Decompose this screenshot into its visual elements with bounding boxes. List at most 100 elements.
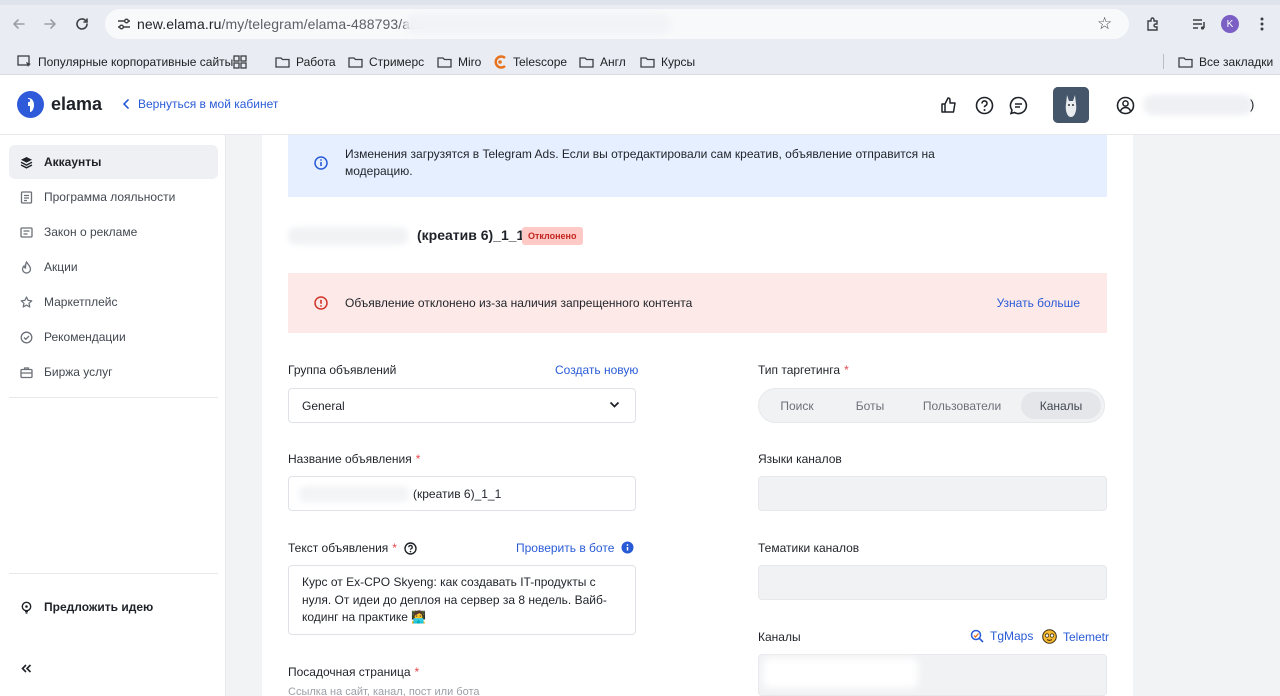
- channels-label: Каналы: [758, 630, 801, 644]
- collapse-icon: [21, 663, 32, 673]
- services-icon: [20, 366, 33, 378]
- bookmarks-bar: Популярные корпоративные сайты Работа Ст…: [0, 48, 1280, 75]
- address-bar[interactable]: new.elama.ru/my/telegram/elama-488793/ad…: [105, 9, 1129, 39]
- browser-toolbar: new.elama.ru/my/telegram/elama-488793/ad…: [0, 0, 1280, 48]
- telemetr-link[interactable]: Telemetr: [1042, 629, 1109, 644]
- ad-title: (креатив 6)_1_1: [417, 227, 525, 243]
- bookmark-star-icon[interactable]: ☆: [1097, 14, 1112, 34]
- user-name-suffix: ): [1250, 97, 1255, 112]
- ad-name-input[interactable]: (креатив 6)_1_1: [288, 476, 636, 511]
- redacted-user-name: [1143, 95, 1253, 115]
- marketplace-icon: [20, 295, 33, 308]
- channel-topics-select[interactable]: [758, 565, 1107, 600]
- apps-grid-icon[interactable]: [233, 48, 247, 75]
- project-avatar[interactable]: [1053, 87, 1089, 123]
- check-in-bot-link[interactable]: Проверить в боте: [516, 541, 614, 555]
- targeting-label: Тип таргетинга *: [758, 363, 849, 377]
- extensions-icon[interactable]: [1143, 14, 1163, 34]
- bookmark-miro[interactable]: Miro: [437, 48, 481, 75]
- sidebar-item-services[interactable]: Биржа услуг: [9, 355, 218, 389]
- tgmaps-icon: [970, 629, 984, 643]
- ad-text-label: Текст объявления *: [288, 541, 417, 555]
- channel-languages-label: Языки каналов: [758, 452, 842, 466]
- all-bookmarks[interactable]: Все закладки: [1178, 48, 1273, 75]
- landing-label: Посадочная страница *: [288, 665, 420, 679]
- ad-group-select[interactable]: General: [288, 388, 636, 423]
- forward-arrow-icon[interactable]: [40, 14, 60, 34]
- sidebar-item-recommendations[interactable]: Рекомендации: [9, 320, 218, 354]
- folder-icon: [275, 56, 290, 68]
- chevron-down-icon: [609, 401, 620, 408]
- bookmark-angl[interactable]: Англ: [579, 48, 626, 75]
- chat-icon[interactable]: [1008, 95, 1028, 115]
- recommendations-icon: [20, 331, 33, 343]
- landing-hint: Ссылка на сайт, канал, пост или бота: [288, 686, 480, 696]
- bookmark-telescope[interactable]: Telescope: [493, 48, 567, 75]
- back-arrow-icon[interactable]: [9, 14, 29, 34]
- targeting-option-search[interactable]: Поиск: [762, 392, 832, 419]
- reload-icon[interactable]: [72, 14, 92, 34]
- user-icon[interactable]: [1115, 95, 1135, 115]
- url-text: new.elama.ru/my/telegram/elama-488793/ad…: [137, 16, 430, 32]
- folder-icon: [1178, 56, 1193, 68]
- promo-icon: [21, 260, 32, 274]
- thumbs-up-icon[interactable]: [939, 95, 959, 115]
- sidebar-item-loyalty[interactable]: Программа лояльности: [9, 180, 218, 214]
- help-circle-icon[interactable]: [404, 541, 417, 555]
- tgmaps-link[interactable]: TgMaps: [970, 629, 1033, 643]
- elama-logo-icon[interactable]: [17, 91, 44, 118]
- collapse-sidebar-button[interactable]: [9, 651, 218, 685]
- bookmark-strimers[interactable]: Стримерс: [348, 48, 424, 75]
- accounts-icon: [20, 156, 33, 169]
- channels-input[interactable]: [758, 654, 1107, 696]
- targeting-option-channels[interactable]: Каналы: [1021, 392, 1101, 419]
- status-badge: Отклонено: [522, 227, 583, 245]
- targeting-type-switch: Поиск Боты Пользователи Каналы: [758, 388, 1105, 423]
- site-settings-icon[interactable]: [116, 16, 132, 32]
- info-banner: Изменения загрузятся в Telegram Ads. Есл…: [288, 135, 1107, 197]
- info-banner-text: Изменения загрузятся в Telegram Ads. Есл…: [345, 147, 935, 178]
- ad-name-value: (креатив 6)_1_1: [413, 487, 502, 501]
- ad-text-input[interactable]: Курс от Ex-CPO Skyeng: как создавать IT-…: [288, 565, 636, 635]
- targeting-option-bots[interactable]: Боты: [837, 392, 903, 419]
- redacted-title-prefix: [288, 227, 408, 245]
- corporate-icon: [17, 55, 31, 67]
- bookmarks-separator: [1163, 54, 1164, 69]
- folder-icon: [640, 56, 655, 68]
- redacted-area: [405, 14, 670, 34]
- targeting-option-users[interactable]: Пользователи: [907, 392, 1017, 419]
- media-controls-icon[interactable]: [1189, 14, 1209, 34]
- profile-avatar[interactable]: K: [1221, 15, 1239, 33]
- chevron-left-icon: [122, 99, 129, 109]
- info-circle-icon[interactable]: [621, 541, 634, 554]
- create-group-link[interactable]: Создать новую: [555, 363, 638, 377]
- ad-text-value: Курс от Ex-CPO Skyeng: как создавать IT-…: [302, 575, 607, 624]
- rejection-banner: Объявление отклонено из-за наличия запре…: [288, 273, 1107, 333]
- lightbulb-icon: [21, 601, 32, 614]
- ad-name-label: Название объявления *: [288, 452, 421, 466]
- sidebar-item-accounts[interactable]: Аккаунты: [9, 145, 218, 179]
- ad-edit-form: Изменения загрузятся в Telegram Ads. Есл…: [262, 135, 1133, 696]
- elama-logo-text[interactable]: elama: [51, 94, 102, 115]
- sidebar-divider: [9, 397, 218, 398]
- telemetr-icon: [1042, 629, 1057, 644]
- kebab-menu-icon[interactable]: [1252, 14, 1272, 34]
- sidebar-item-marketplace[interactable]: Маркетплейс: [9, 285, 218, 319]
- ad-group-value: General: [302, 399, 345, 413]
- folder-icon: [579, 56, 594, 68]
- channel-languages-select[interactable]: [758, 476, 1107, 511]
- bookmark-rabota[interactable]: Работа: [275, 48, 336, 75]
- redacted-channel: [763, 658, 918, 688]
- bookmark-kursy[interactable]: Курсы: [640, 48, 695, 75]
- info-icon: [314, 156, 328, 170]
- tab-strip: [0, 0, 1280, 5]
- ad-group-label: Группа объявлений: [288, 363, 397, 377]
- suggest-idea-button[interactable]: Предложить идею: [9, 590, 218, 624]
- learn-more-link[interactable]: Узнать больше: [997, 296, 1080, 310]
- sidebar-item-law[interactable]: Закон о рекламе: [9, 215, 218, 249]
- back-to-cabinet-link[interactable]: Вернуться в мой кабинет: [122, 97, 278, 111]
- bookmark-corporate[interactable]: Популярные корпоративные сайты: [17, 48, 233, 75]
- help-icon[interactable]: [974, 95, 994, 115]
- page-background-right: [1133, 135, 1280, 696]
- sidebar-item-promo[interactable]: Акции: [9, 250, 218, 284]
